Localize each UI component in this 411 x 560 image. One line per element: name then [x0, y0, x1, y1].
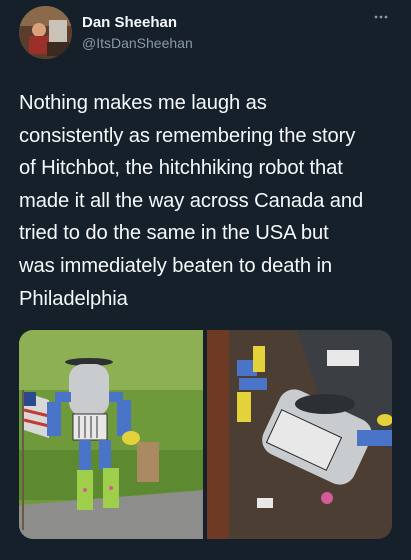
tweet-text: Nothing makes me laugh as consistently a… — [19, 87, 399, 315]
avatar-photo — [19, 6, 72, 59]
tweet-image-destroyed-hitchbot[interactable] — [207, 330, 392, 539]
tweet-line: of Hitchbot, the hitchhiking robot that — [19, 157, 343, 180]
tweet-line: consistently as remembering the story — [19, 124, 356, 147]
more-horizontal-icon[interactable] — [371, 10, 391, 24]
tweet-line: made it all the way across Canada and — [19, 189, 364, 212]
avatar[interactable] — [19, 6, 72, 59]
author-display-name[interactable]: Dan Sheehan — [82, 14, 177, 31]
tweet-image-hitchbot-roadside[interactable] — [19, 330, 203, 539]
tweet-line: Nothing makes me laugh as — [19, 92, 267, 114]
tweet-line: was immediately beaten to death in — [19, 254, 333, 277]
author-handle[interactable]: @ItsDanSheehan — [82, 35, 193, 51]
tweet-line: tried to do the same in the USA but — [19, 222, 329, 245]
tweet-line: Philadelphia — [19, 287, 128, 310]
